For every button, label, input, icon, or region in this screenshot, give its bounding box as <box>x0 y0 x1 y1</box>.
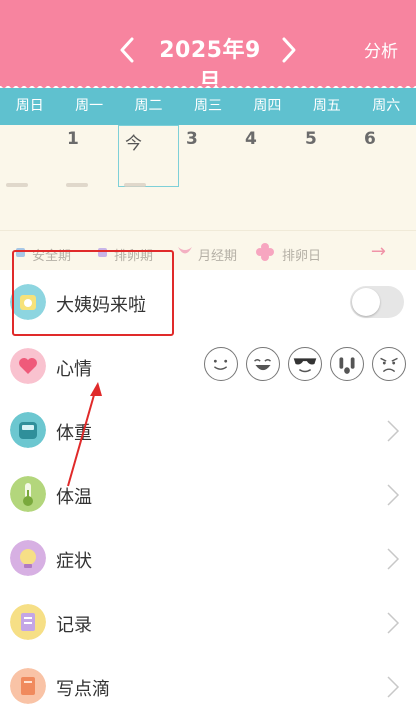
legend-safe-label: 安全期 <box>32 249 72 264</box>
note-icon <box>10 604 46 640</box>
calendar-drop-icon <box>10 284 46 320</box>
weekday-wed: 周三 <box>193 98 222 114</box>
day-cell[interactable]: 4 <box>237 125 296 187</box>
weight-row[interactable]: 体重 <box>0 399 416 463</box>
crying-face-icon[interactable] <box>330 347 364 381</box>
day-number: 6 <box>364 129 376 149</box>
legend-ovulation-day-label: 排卵日 <box>282 249 322 264</box>
next-month-icon[interactable] <box>276 34 300 66</box>
cell-marker <box>6 183 28 187</box>
legend-ovulation-label: 排卵期 <box>114 249 154 264</box>
weekday-tue: 周二 <box>134 98 163 114</box>
toggle-knob <box>352 288 380 316</box>
symptom-row[interactable]: 症状 <box>0 527 416 591</box>
weekday-sat: 周六 <box>372 98 401 114</box>
day-number: 5 <box>305 129 317 149</box>
chevron-right-icon <box>387 676 400 698</box>
scale-icon <box>10 412 46 448</box>
grin-face-icon[interactable] <box>246 347 280 381</box>
record-row[interactable]: 记录 <box>0 591 416 655</box>
ovulation-period-swatch <box>98 248 107 257</box>
prev-month-icon[interactable] <box>116 34 140 66</box>
temperature-row[interactable]: 体温 <box>0 463 416 527</box>
record-label: 记录 <box>56 615 92 636</box>
safe-period-swatch <box>16 248 25 257</box>
heart-icon <box>10 348 46 384</box>
sunglasses-face-icon[interactable] <box>288 347 322 381</box>
weight-label: 体重 <box>56 423 92 444</box>
weekday-sun: 周日 <box>15 98 44 114</box>
symptom-icon <box>10 540 46 576</box>
smile-face-icon[interactable] <box>204 347 238 381</box>
day-cell[interactable]: 3 <box>178 125 237 187</box>
day-cell[interactable] <box>0 125 59 187</box>
legend-more-arrow-icon[interactable]: → <box>371 241 386 262</box>
calendar-grid: 1 今 3 4 5 6 <box>0 125 416 230</box>
day-cell[interactable]: 5 <box>297 125 356 187</box>
mood-label: 心情 <box>56 359 92 380</box>
diary-label: 写点滴 <box>56 679 110 700</box>
chevron-right-icon <box>387 484 400 506</box>
mood-options <box>204 347 406 381</box>
app-screen: 2025年9月 分析 周日 周一 周二 周三 周四 周五 周六 1 今 3 4 … <box>0 0 416 720</box>
day-number: 3 <box>186 129 198 149</box>
weekday-bar: 周日 周一 周二 周三 周四 周五 周六 <box>0 88 416 125</box>
ovulation-day-flower-icon <box>256 243 274 261</box>
calendar-legend: 安全期 排卵期 月经期 排卵日 → <box>0 230 416 270</box>
symptom-label: 症状 <box>56 551 92 572</box>
analyze-button[interactable]: 分析 <box>364 37 398 62</box>
mood-row[interactable]: 心情 <box>0 335 416 399</box>
day-number: 今 <box>125 134 142 154</box>
period-start-row[interactable]: 大姨妈来啦 <box>0 271 416 335</box>
weekday-thu: 周四 <box>253 98 282 114</box>
chevron-right-icon <box>387 548 400 570</box>
period-start-toggle[interactable] <box>350 286 404 318</box>
day-number: 4 <box>245 129 257 149</box>
thermometer-icon <box>10 476 46 512</box>
diary-icon <box>10 668 46 704</box>
day-cell[interactable]: 1 <box>59 125 118 187</box>
header-bar: 2025年9月 分析 <box>0 0 416 95</box>
weekday-mon: 周一 <box>75 98 104 114</box>
legend-period-label: 月经期 <box>198 249 238 264</box>
temperature-label: 体温 <box>56 487 92 508</box>
period-swatch-icon <box>178 247 192 254</box>
cell-marker <box>66 183 88 187</box>
chevron-right-icon <box>387 612 400 634</box>
period-start-label: 大姨妈来啦 <box>56 295 146 316</box>
diary-row[interactable]: 写点滴 <box>0 655 416 719</box>
cell-marker <box>124 183 146 187</box>
day-cell[interactable]: 6 <box>356 125 415 187</box>
weekday-fri: 周五 <box>312 98 341 114</box>
chevron-right-icon <box>387 420 400 442</box>
day-number: 1 <box>67 129 79 149</box>
today-cell[interactable]: 今 <box>118 125 179 187</box>
angry-face-icon[interactable] <box>372 347 406 381</box>
